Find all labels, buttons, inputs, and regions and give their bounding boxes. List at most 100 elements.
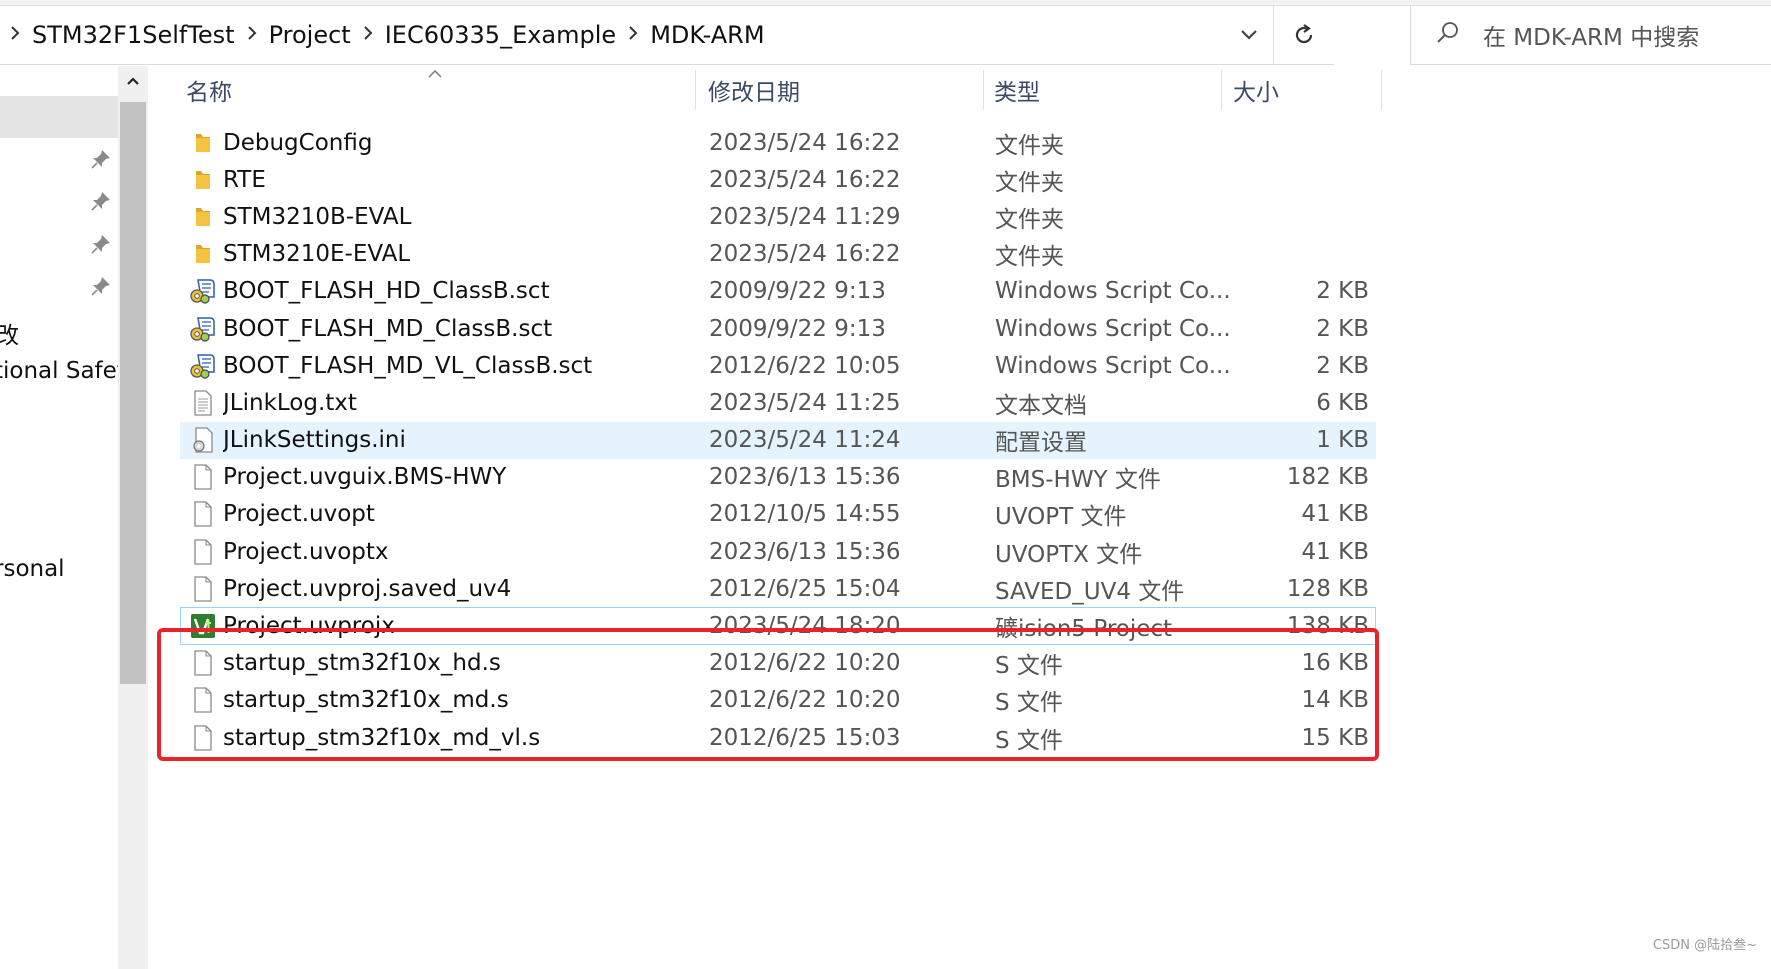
file-row[interactable]: STM3210B-EVAL 2023/5/24 11:29 文件夹 [180, 198, 1376, 235]
file-size: 41 KB [1301, 538, 1369, 565]
file-type: Windows Script Co... [995, 352, 1231, 379]
folder-icon [185, 202, 221, 232]
file-type: 文件夹 [995, 244, 1064, 271]
file-row[interactable]: JLinkLog.txt 2023/5/24 11:25 文本文档 6 KB [180, 384, 1376, 421]
file-type: S 文件 [995, 727, 1063, 754]
file-name: BOOT_FLASH_HD_ClassB.sct [223, 278, 550, 305]
chevron-right-icon[interactable] [357, 25, 379, 45]
file-size: 6 KB [1316, 389, 1369, 416]
file-row[interactable]: BOOT_FLASH_MD_ClassB.sct 2009/9/22 9:13 Wi… [180, 310, 1376, 347]
breadcrumb-item-current[interactable]: MDK-ARM [644, 21, 770, 49]
file-name: BOOT_FLASH_MD_ClassB.sct [223, 315, 553, 342]
column-divider[interactable] [983, 70, 984, 110]
nav-scrollbar[interactable] [118, 66, 148, 969]
column-divider[interactable] [1381, 70, 1382, 110]
column-divider[interactable] [695, 70, 696, 110]
file-modified-date: 2012/6/25 15:03 [709, 724, 901, 751]
keil-project-icon [185, 611, 221, 641]
file-rows: DebugConfig 2023/5/24 16:22 文件夹 RTE 2023/5/2… [180, 124, 1376, 756]
file-type: UVOPT 文件 [995, 504, 1127, 531]
script-icon [185, 276, 221, 306]
file-row[interactable]: Project.uvguix.BMS-HWY 2023/6/13 15:36 BMS… [180, 459, 1376, 496]
file-type: S 文件 [995, 690, 1063, 717]
file-type: 文件夹 [995, 169, 1064, 196]
file-name: BOOT_FLASH_MD_VL_ClassB.sct [223, 352, 593, 379]
nav-item-selected[interactable] [0, 96, 118, 138]
search-input[interactable]: 在 MDK-ARM 中搜索 [1410, 6, 1771, 65]
pin-icon[interactable] [90, 275, 114, 299]
scroll-up-button[interactable] [118, 66, 148, 96]
file-size: 138 KB [1286, 613, 1369, 640]
column-header-date[interactable]: 修改日期 [708, 66, 978, 114]
file-modified-date: 2012/6/25 15:04 [709, 575, 901, 602]
file-row[interactable]: Project.uvopt 2012/10/5 14:55 UVOPT 文件 41 K… [180, 496, 1376, 533]
file-size: 14 KB [1301, 687, 1369, 714]
pin-icon[interactable] [90, 190, 114, 214]
file-name: startup_stm32f10x_md_vl.s [223, 724, 541, 751]
breadcrumb-item-root[interactable]: STM32F1SelfTest [26, 21, 241, 49]
file-name: STM3210B-EVAL [223, 203, 412, 230]
pin-icon[interactable] [90, 148, 114, 172]
file-modified-date: 2009/9/22 9:13 [709, 278, 886, 305]
column-divider[interactable] [1221, 70, 1222, 110]
file-icon [185, 537, 221, 567]
navigation-pane: 改 tional Safety rsonal [0, 66, 118, 969]
file-name: DebugConfig [223, 129, 373, 156]
file-type: 文件夹 [995, 206, 1064, 233]
file-type: UVOPTX 文件 [995, 541, 1143, 568]
file-name: Project.uvproj.saved_uv4 [223, 575, 512, 602]
file-row[interactable]: BOOT_FLASH_HD_ClassB.sct 2009/9/22 9:13 Wi… [180, 273, 1376, 310]
file-icon [185, 648, 221, 678]
file-modified-date: 2009/9/22 9:13 [709, 315, 886, 342]
nav-item-label[interactable]: tional Safety [0, 358, 118, 384]
breadcrumb-item-project[interactable]: Project [263, 21, 357, 49]
file-row[interactable]: startup_stm32f10x_md.s 2012/6/22 10:20 S 文… [180, 682, 1376, 719]
breadcrumb-item-example[interactable]: IEC60335_Example [379, 21, 622, 49]
file-name: JLinkSettings.ini [223, 427, 406, 454]
pin-icon[interactable] [90, 233, 114, 257]
folder-icon [185, 165, 221, 195]
file-row[interactable]: Project.uvproj.saved_uv4 2012/6/25 15:04 S… [180, 570, 1376, 607]
file-modified-date: 2023/6/13 15:36 [709, 464, 901, 491]
script-icon [185, 314, 221, 344]
file-type: 配置设置 [995, 430, 1087, 457]
file-size: 41 KB [1301, 501, 1369, 528]
column-header-type[interactable]: 类型 [994, 66, 1214, 114]
file-row[interactable]: RTE 2023/5/24 16:22 文件夹 [180, 161, 1376, 198]
chevron-right-icon[interactable] [622, 25, 644, 45]
chevron-right-icon[interactable] [241, 25, 263, 45]
file-size: 128 KB [1286, 575, 1369, 602]
file-row[interactable]: Project.uvprojx 2023/5/24 18:20 礦ision5 Pr… [180, 607, 1376, 645]
file-modified-date: 2023/5/24 11:24 [709, 427, 901, 454]
chevron-right-icon[interactable] [4, 25, 26, 45]
address-bar[interactable]: STM32F1SelfTest Project IEC60335_Example… [0, 6, 1334, 65]
scroll-thumb[interactable] [120, 102, 146, 684]
watermark: CSDN @陆拾叁~ [1652, 938, 1757, 953]
file-size: 2 KB [1316, 278, 1369, 305]
file-type: Windows Script Co... [995, 278, 1231, 305]
file-row[interactable]: STM3210E-EVAL 2023/5/24 16:22 文件夹 [180, 236, 1376, 273]
file-name: RTE [223, 166, 266, 193]
file-modified-date: 2012/6/22 10:05 [709, 352, 901, 379]
file-type: 文件夹 [995, 132, 1064, 159]
file-modified-date: 2023/5/24 18:20 [709, 613, 901, 640]
column-header-size[interactable]: 大小 [1233, 66, 1373, 114]
refresh-button[interactable] [1274, 6, 1334, 64]
file-size: 1 KB [1316, 427, 1369, 454]
file-size: 2 KB [1316, 315, 1369, 342]
file-row[interactable]: startup_stm32f10x_md_vl.s 2012/6/25 15:03… [180, 719, 1376, 756]
file-row[interactable]: DebugConfig 2023/5/24 16:22 文件夹 [180, 124, 1376, 161]
file-row[interactable]: Project.uvoptx 2023/6/13 15:36 UVOPTX 文件 41… [180, 533, 1376, 570]
address-history-dropdown[interactable] [1225, 6, 1274, 64]
file-type: 文本文档 [995, 392, 1087, 419]
sort-ascending-icon [428, 66, 442, 82]
nav-item-label[interactable]: rsonal [0, 556, 65, 582]
file-row[interactable]: startup_stm32f10x_hd.s 2012/6/22 10:20 S 文… [180, 645, 1376, 682]
file-modified-date: 2023/6/13 15:36 [709, 538, 901, 565]
chevron-down-icon [1241, 30, 1257, 40]
nav-item-label[interactable]: 改 [0, 316, 19, 350]
file-modified-date: 2023/5/24 16:22 [709, 166, 901, 193]
file-icon [185, 462, 221, 492]
file-row[interactable]: BOOT_FLASH_MD_VL_ClassB.sct 2012/6/22 10:… [180, 347, 1376, 384]
file-row[interactable]: JLinkSettings.ini 2023/5/24 11:24 配置设置 1 KB [180, 421, 1376, 459]
